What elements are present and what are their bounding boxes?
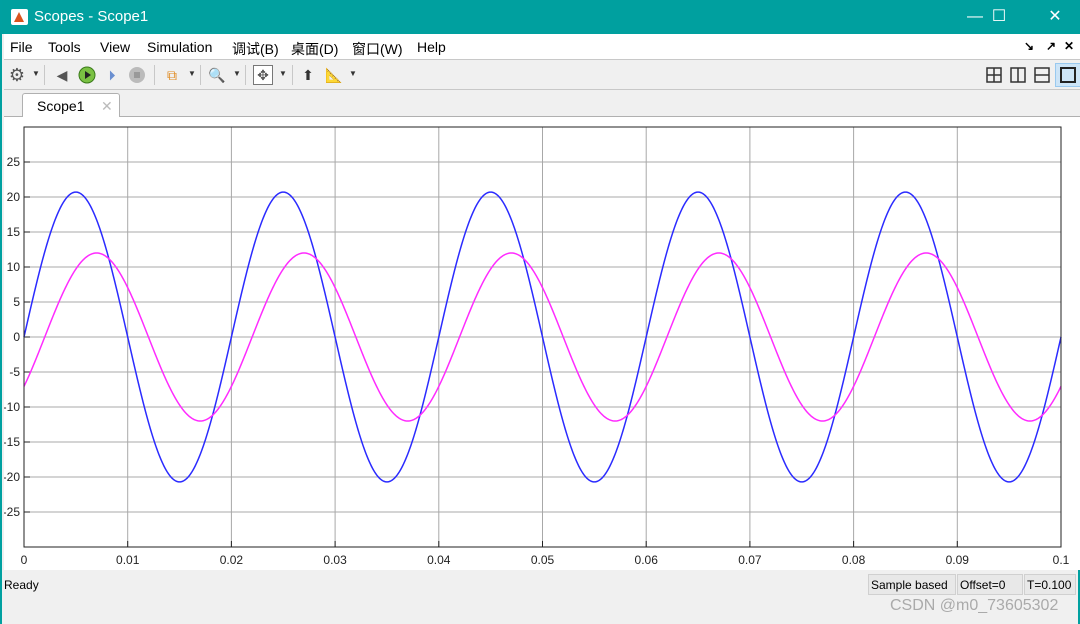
chevron-down-icon[interactable]: ▼ bbox=[32, 69, 40, 78]
settings-icon[interactable]: ⚙ bbox=[7, 65, 27, 85]
chevron-down-icon[interactable]: ▼ bbox=[188, 69, 196, 78]
run-icon[interactable] bbox=[77, 65, 97, 85]
y-tick-label: -15 bbox=[4, 435, 20, 449]
x-tick-label: 0.06 bbox=[635, 553, 659, 567]
layout-2x2-icon[interactable] bbox=[984, 65, 1004, 85]
y-tick-label: -20 bbox=[4, 470, 20, 484]
close-figure-icon[interactable]: ✕ bbox=[1064, 39, 1074, 53]
scope-display: -25 -20 -15 -10 -5 0 5 10 15 20 25 0 0.01 0.02 0.03 0.0… bbox=[3, 117, 1080, 570]
measurements-icon[interactable]: 📐 bbox=[324, 65, 344, 85]
highlight-block-icon[interactable]: ⬆ bbox=[298, 65, 318, 85]
status-text: Ready bbox=[4, 578, 39, 592]
step-back-icon[interactable]: ◀ bbox=[52, 65, 72, 85]
undock-icon[interactable]: ↘ bbox=[1024, 39, 1034, 53]
separator bbox=[200, 65, 201, 85]
x-tick-label: 0.04 bbox=[427, 553, 451, 567]
menu-file[interactable]: File bbox=[10, 39, 33, 55]
x-tick-label: 0.09 bbox=[946, 553, 970, 567]
x-tick-label: 0.03 bbox=[323, 553, 347, 567]
title-bar: Scopes - Scope1 — ☐ ✕ bbox=[2, 0, 1080, 34]
matlab-logo-icon bbox=[11, 9, 28, 25]
separator bbox=[44, 65, 45, 85]
close-button[interactable]: ✕ bbox=[1032, 0, 1078, 34]
menu-view[interactable]: View bbox=[100, 39, 130, 55]
sample-mode-field: Sample based bbox=[868, 574, 956, 595]
status-bar: Ready Sample based Offset=0 T=0.100 bbox=[4, 570, 1080, 600]
menu-window[interactable]: 窗口(W) bbox=[352, 39, 403, 59]
x-tick-label: 0.1 bbox=[1053, 553, 1070, 567]
close-tab-icon[interactable]: ✕ bbox=[101, 98, 113, 115]
tab-label: Scope1 bbox=[37, 98, 85, 114]
y-tick-label: 10 bbox=[7, 260, 21, 274]
menu-debug[interactable]: 调试(B) bbox=[232, 39, 279, 59]
y-tick-label: -5 bbox=[9, 365, 20, 379]
y-tick-label: 5 bbox=[13, 295, 20, 309]
y-tick-label: 15 bbox=[7, 225, 21, 239]
y-tick-label: -25 bbox=[4, 505, 20, 519]
chevron-down-icon[interactable]: ▼ bbox=[349, 69, 357, 78]
zoom-in-icon[interactable]: 🔍 bbox=[207, 65, 227, 85]
window-title: Scopes - Scope1 bbox=[34, 8, 149, 25]
separator bbox=[292, 65, 293, 85]
signal-hierarchy-icon[interactable]: ⧉ bbox=[162, 65, 182, 85]
x-tick-label: 0 bbox=[21, 553, 28, 567]
step-forward-icon[interactable]: ⏵ bbox=[102, 65, 122, 85]
x-tick-label: 0.02 bbox=[220, 553, 244, 567]
separator bbox=[245, 65, 246, 85]
layout-single-icon[interactable] bbox=[1055, 63, 1080, 87]
y-tick-label: 25 bbox=[7, 155, 21, 169]
menu-tools[interactable]: Tools bbox=[48, 39, 81, 55]
chevron-down-icon[interactable]: ▼ bbox=[279, 69, 287, 78]
menu-help[interactable]: Help bbox=[417, 39, 446, 55]
watermark: CSDN @m0_73605302 bbox=[890, 597, 1059, 614]
stop-icon[interactable] bbox=[127, 65, 147, 85]
fit-to-view-icon[interactable]: ✥ bbox=[253, 65, 273, 85]
menu-bar: File Tools View Simulation 调试(B) 桌面(D) 窗… bbox=[4, 34, 1080, 60]
tab-scope1[interactable]: Scope1 ✕ bbox=[22, 93, 120, 118]
offset-field: Offset=0 bbox=[957, 574, 1023, 595]
chevron-down-icon[interactable]: ▼ bbox=[233, 69, 241, 78]
y-tick-label: 20 bbox=[7, 190, 21, 204]
scope-window: Scopes - Scope1 — ☐ ✕ File Tools View Si… bbox=[0, 0, 1080, 624]
x-tick-label: 0.07 bbox=[738, 553, 762, 567]
time-field: T=0.100 bbox=[1024, 574, 1076, 595]
separator bbox=[154, 65, 155, 85]
layout-2col-icon[interactable] bbox=[1008, 65, 1028, 85]
menu-simulation[interactable]: Simulation bbox=[147, 39, 212, 55]
y-tick-label: 0 bbox=[13, 330, 20, 344]
x-tick-label: 0.01 bbox=[116, 553, 140, 567]
maximize-button[interactable]: ☐ bbox=[976, 0, 1022, 34]
tab-bar: Scope1 ✕ bbox=[4, 90, 1080, 118]
y-tick-label: -10 bbox=[4, 400, 20, 414]
menu-desktop[interactable]: 桌面(D) bbox=[291, 39, 338, 59]
scope-plot: -25 -20 -15 -10 -5 0 5 10 15 20 25 0 0.01 0.02 0.03 0.0… bbox=[3, 126, 1070, 567]
layout-2row-icon[interactable] bbox=[1032, 65, 1052, 85]
dock-icon[interactable]: ↗ bbox=[1046, 39, 1056, 53]
x-tick-label: 0.08 bbox=[842, 553, 866, 567]
x-tick-label: 0.05 bbox=[531, 553, 555, 567]
toolbar: ⚙ ▼ ◀ ⏵ ⧉ ▼ 🔍 ▼ ✥ ▼ ⬆ 📐 ▼ bbox=[4, 60, 1080, 90]
